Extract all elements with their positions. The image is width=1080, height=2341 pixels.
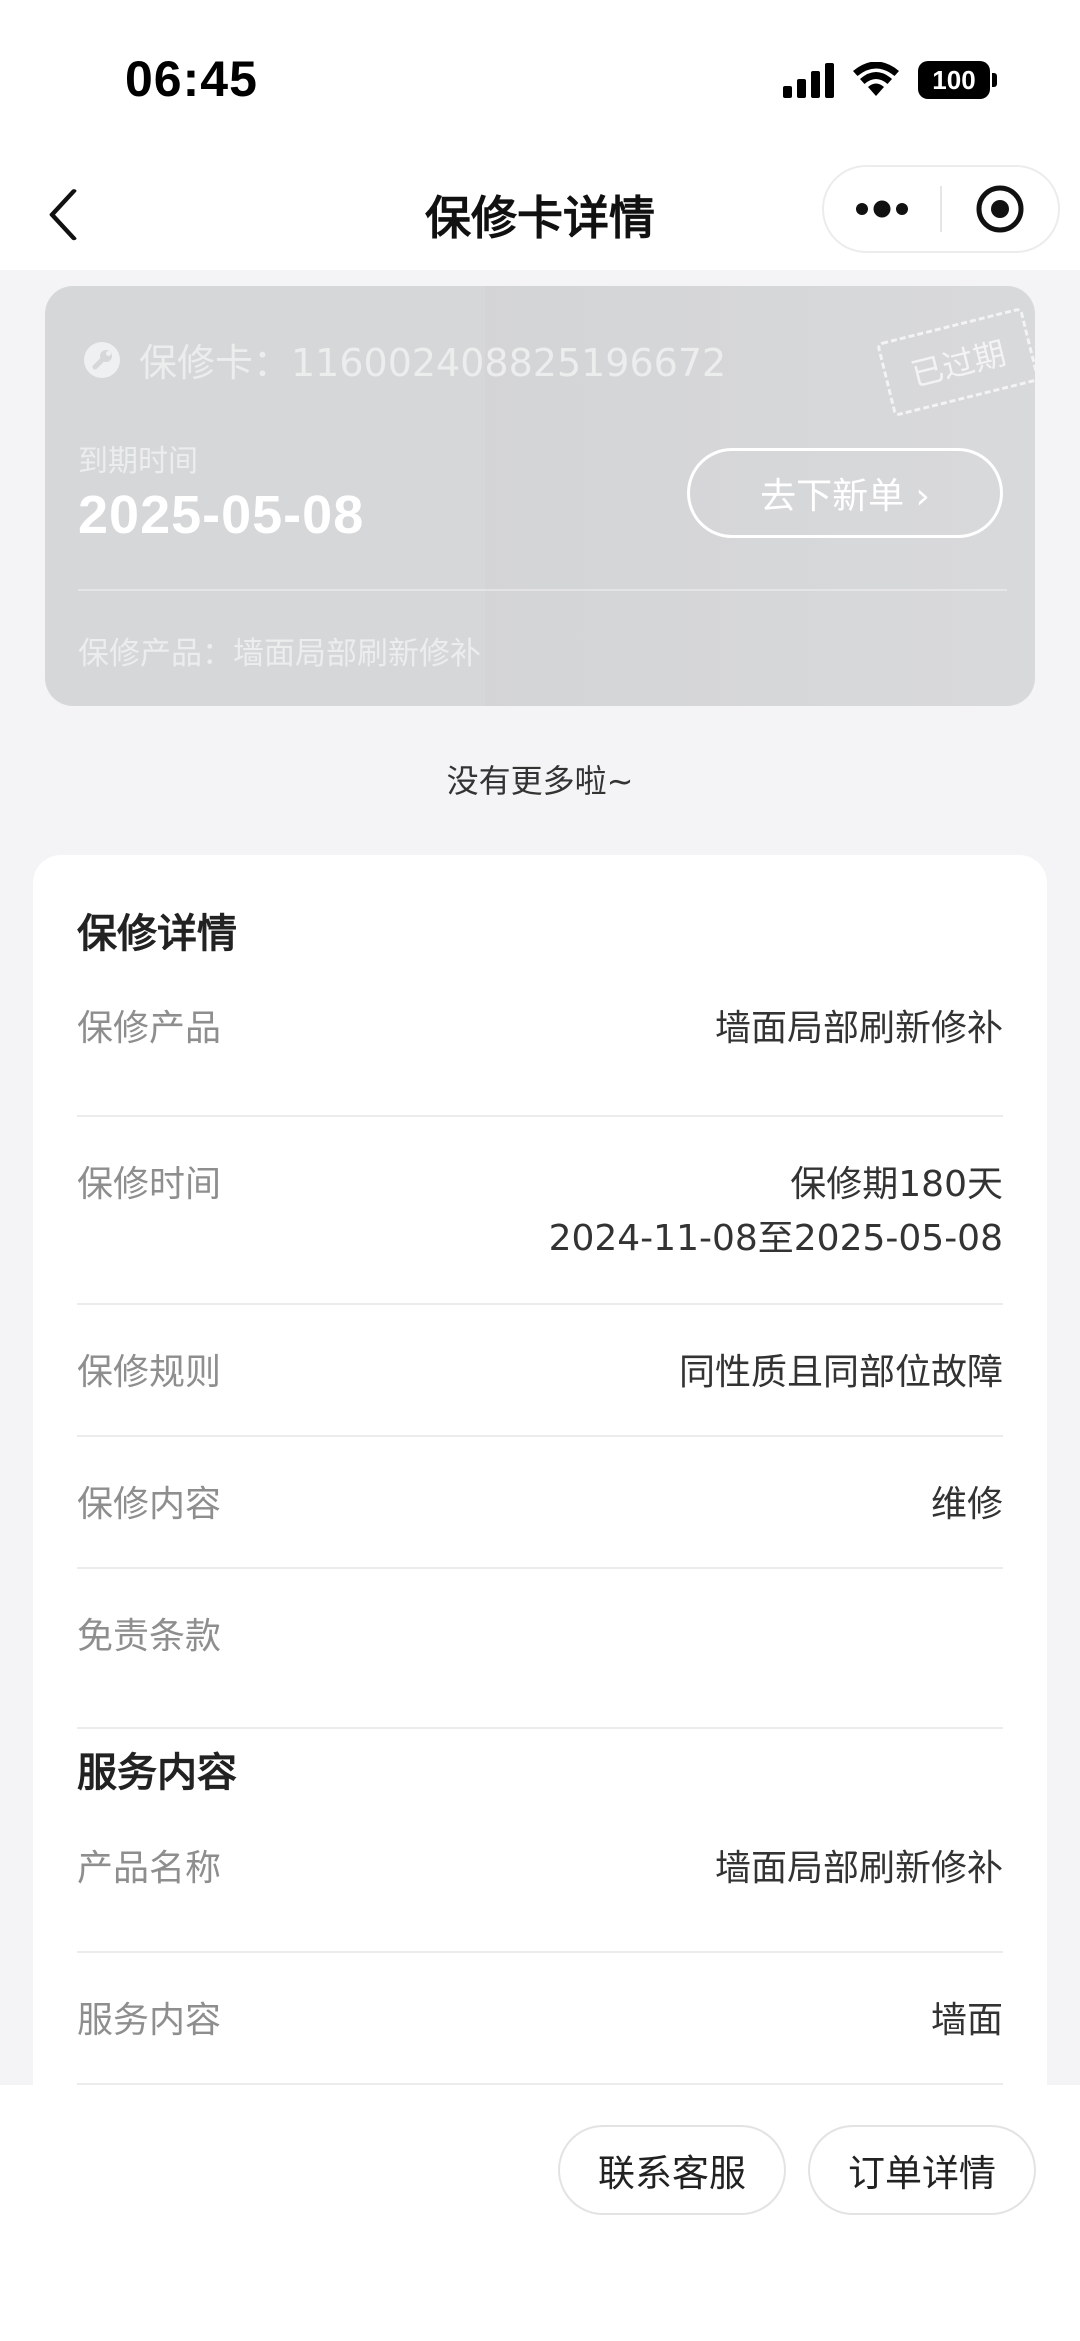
row-value: 墙面局部刷新修补 [714, 1008, 1003, 1049]
warranty-card: 保修卡：116002408825196672 到期时间 2025-05-08 去… [45, 286, 1035, 706]
expire-label: 到期时间 [78, 444, 198, 479]
row-value: 墙面 [930, 2000, 1003, 2041]
more-dots-icon [856, 200, 908, 218]
battery-icon: 100 [918, 61, 997, 99]
status-bar: 06:45 100 [0, 0, 1080, 160]
status-icons: 100 [783, 58, 997, 102]
order-details-button[interactable]: 订单详情 [808, 2125, 1036, 2215]
detail-row-rule: 保修规则 同性质且同部位故障 [77, 1305, 1003, 1437]
service-row-content: 服务内容 墙面 [77, 1953, 1003, 2085]
row-label: 保修规则 [77, 1352, 222, 1393]
row-value: 保修期180天 [790, 1164, 1003, 1205]
bottom-action-bar: 联系客服 订单详情 [0, 2085, 1080, 2341]
detail-row-period: 保修时间 保修期180天 2024-11-08至2025-05-08 [77, 1117, 1003, 1305]
target-icon [976, 185, 1024, 233]
contact-service-button[interactable]: 联系客服 [558, 2125, 786, 2215]
row-label: 免责条款 [77, 1616, 222, 1657]
row-label: 保修内容 [77, 1484, 222, 1525]
card-divider [78, 589, 1007, 591]
row-label: 保修产品 [77, 1008, 222, 1049]
expire-date: 2025-05-08 [78, 485, 365, 545]
cellular-signal-icon [783, 62, 834, 98]
more-button[interactable] [824, 167, 940, 251]
row-label: 产品名称 [77, 1848, 222, 1889]
wrench-icon [84, 341, 120, 378]
row-value: 墙面局部刷新修补 [714, 1848, 1003, 1889]
row-value: 同性质且同部位故障 [678, 1352, 1003, 1393]
service-row-name: 产品名称 墙面局部刷新修补 [77, 1821, 1003, 1953]
close-miniprogram-button[interactable] [942, 167, 1058, 251]
card-product: 保修产品：墙面局部刷新修补 [78, 636, 481, 672]
page: 06:45 100 保修卡详情 保修卡：116002408825196672 到… [0, 0, 1080, 2341]
warranty-details-title: 保修详情 [77, 911, 237, 957]
status-time: 06:45 [125, 51, 258, 107]
details-panel: 保修详情 保修产品 墙面局部刷新修补 保修时间 保修期180天 2024-11-… [33, 855, 1047, 2255]
detail-row-product: 保修产品 墙面局部刷新修补 [77, 985, 1003, 1117]
service-content-title: 服务内容 [77, 1750, 237, 1796]
row-value-dates: 2024-11-08至2025-05-08 [548, 1218, 1003, 1259]
row-label: 保修时间 [77, 1164, 222, 1205]
new-order-button[interactable]: 去下新单 › [687, 448, 1003, 538]
miniprogram-capsule [822, 165, 1060, 253]
row-label: 服务内容 [77, 2000, 222, 2041]
row-value: 维修 [930, 1484, 1003, 1525]
card-number-row: 保修卡：116002408825196672 [83, 332, 726, 387]
wifi-icon [853, 62, 899, 96]
no-more-text: 没有更多啦~ [446, 762, 634, 800]
nav-bar: 保修卡详情 [0, 160, 1080, 270]
card-number: 保修卡：116002408825196672 [139, 341, 727, 385]
detail-row-content: 保修内容 维修 [77, 1437, 1003, 1569]
detail-row-disclaimer: 免责条款 [77, 1569, 1003, 1729]
